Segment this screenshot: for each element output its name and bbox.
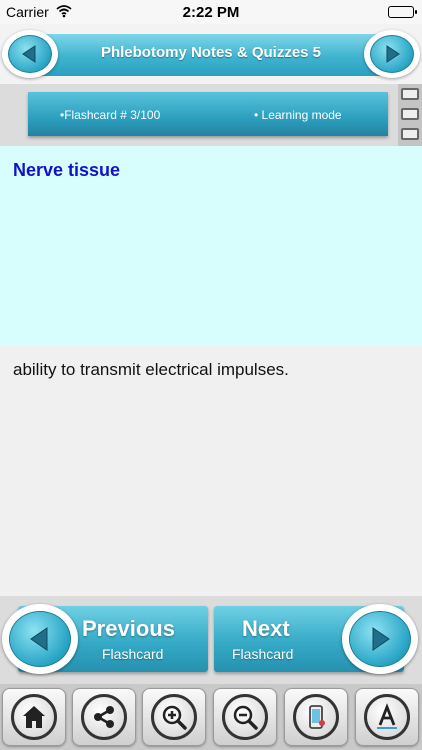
next-title: Next — [242, 616, 290, 641]
previous-title: Previous — [82, 616, 175, 641]
question-panel: Nerve tissue — [0, 146, 422, 346]
home-icon — [23, 706, 45, 728]
header-next-button[interactable] — [364, 30, 420, 78]
phone-settings-button[interactable] — [284, 688, 348, 746]
font-button[interactable] — [355, 688, 419, 746]
status-bar: Carrier 2:22 PM — [0, 0, 422, 24]
right-arrow-icon — [386, 45, 400, 63]
zoom-out-button[interactable] — [213, 688, 277, 746]
zoom-in-icon — [162, 705, 187, 730]
mode-label: • Learning mode — [254, 108, 342, 122]
next-subtitle: Flashcard — [232, 646, 294, 662]
info-bar: •Flashcard # 3/100 • Learning mode — [0, 84, 422, 146]
previous-arrow-button[interactable] — [2, 604, 78, 674]
home-button[interactable] — [2, 688, 66, 746]
status-time: 2:22 PM — [182, 4, 240, 21]
previous-subtitle: Flashcard — [102, 646, 164, 662]
font-icon — [377, 703, 397, 729]
right-arrow-icon — [372, 627, 390, 651]
left-arrow-icon — [22, 45, 36, 63]
left-arrow-icon — [30, 627, 48, 651]
bottom-toolbar — [0, 684, 422, 750]
next-arrow-button[interactable] — [342, 604, 418, 674]
zoom-in-button[interactable] — [142, 688, 206, 746]
battery-icon — [388, 6, 417, 18]
flashcard-counter: •Flashcard # 3/100 — [60, 108, 161, 122]
header-prev-button[interactable] — [2, 30, 58, 78]
app-header: Phlebotomy Notes & Quizzes 5 — [0, 24, 422, 84]
question-text: Nerve tissue — [13, 160, 121, 180]
share-button[interactable] — [72, 688, 136, 746]
phone-settings-icon — [309, 705, 325, 729]
share-icon — [94, 706, 114, 728]
page-title: Phlebotomy Notes & Quizzes 5 — [100, 44, 322, 61]
answer-panel: ability to transmit electrical impulses. — [0, 346, 422, 596]
zoom-out-icon — [233, 705, 258, 730]
film-strip-icon[interactable] — [398, 84, 422, 146]
flashcard-nav: Previous Flashcard Next Flashcard — [0, 596, 422, 684]
answer-text: ability to transmit electrical impulses. — [13, 360, 289, 379]
